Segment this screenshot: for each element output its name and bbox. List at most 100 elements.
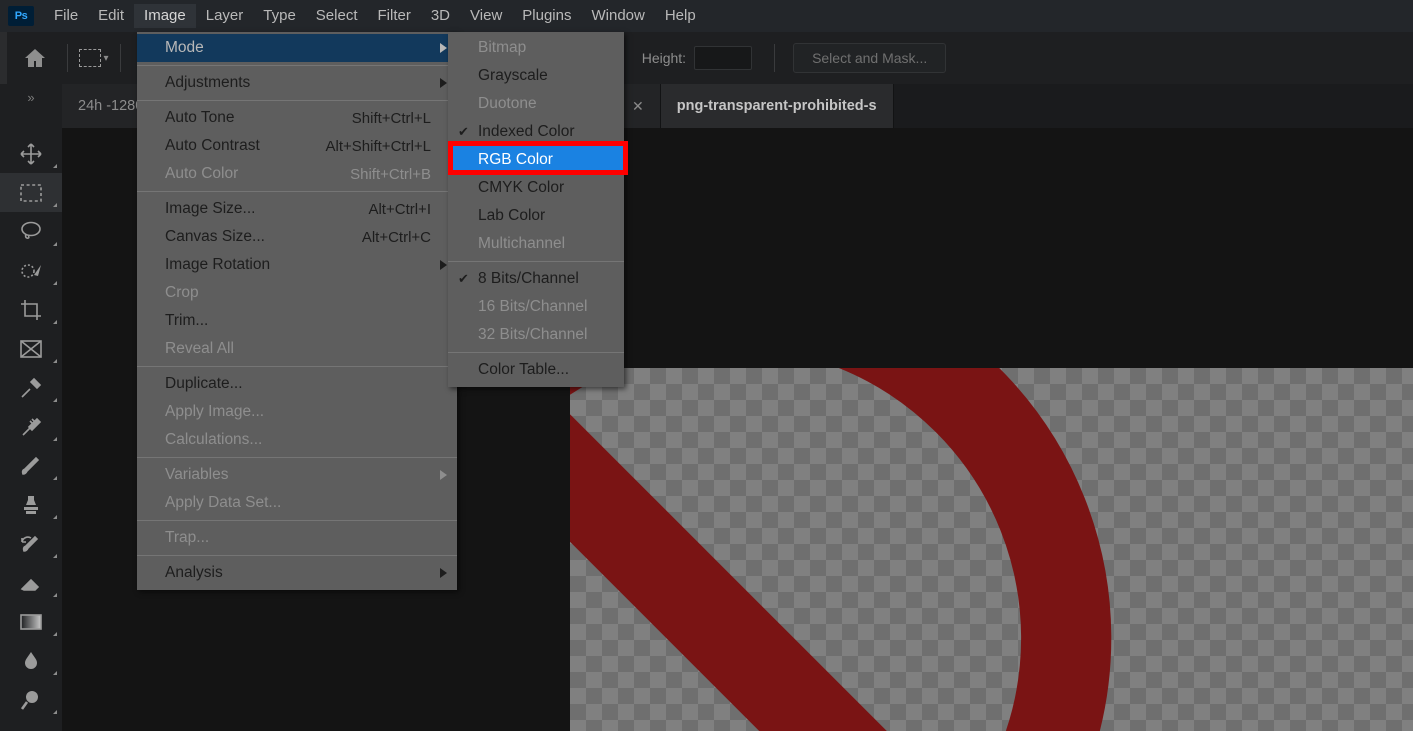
- menu-file[interactable]: File: [44, 4, 88, 28]
- document-canvas[interactable]: [570, 368, 1413, 731]
- lasso-tool[interactable]: [0, 212, 62, 251]
- menu-item-mode[interactable]: Mode: [137, 34, 457, 62]
- menu-item-duplicate[interactable]: Duplicate...: [137, 370, 457, 398]
- submenu-separator: [448, 261, 624, 262]
- document-tab-active[interactable]: png-transparent-prohibited-s: [660, 84, 894, 128]
- brush-tool[interactable]: [0, 446, 62, 485]
- menu-item-label: Trim...: [165, 312, 209, 329]
- menu-item-label: Adjustments: [165, 74, 251, 91]
- submenu-item-color-table[interactable]: Color Table...: [448, 356, 624, 384]
- stamp-icon: [24, 495, 38, 514]
- tool-expand-corner: [53, 281, 57, 285]
- menu-separator: [137, 100, 457, 101]
- menu-item-crop: Crop: [137, 279, 457, 307]
- menu-help[interactable]: Help: [655, 4, 706, 28]
- menu-separator: [137, 366, 457, 367]
- menu-item-image-rotation[interactable]: Image Rotation: [137, 251, 457, 279]
- select-and-mask-button[interactable]: Select and Mask...: [793, 43, 947, 73]
- menu-item-variables: Variables: [137, 461, 457, 489]
- rectangular-marquee-icon: [79, 49, 102, 67]
- menu-item-apply-data-set: Apply Data Set...: [137, 489, 457, 517]
- menu-select[interactable]: Select: [306, 4, 368, 28]
- healing-brush-tool[interactable]: [0, 407, 62, 446]
- menu-item-auto-tone[interactable]: Auto Tone Shift+Ctrl+L: [137, 104, 457, 132]
- frame-tool[interactable]: [0, 329, 62, 368]
- menu-plugins[interactable]: Plugins: [512, 4, 581, 28]
- submenu-item-8-bits[interactable]: ✔ 8 Bits/Channel: [448, 265, 624, 293]
- menu-item-reveal-all: Reveal All: [137, 335, 457, 363]
- menu-type[interactable]: Type: [253, 4, 306, 28]
- brush-icon: [21, 456, 40, 475]
- pen-tool[interactable]: [0, 719, 62, 731]
- submenu-item-indexed-color[interactable]: ✔ Indexed Color: [448, 118, 624, 146]
- eraser-icon: [20, 578, 40, 591]
- submenu-item-label: RGB Color: [478, 151, 553, 168]
- move-tool[interactable]: [0, 134, 62, 173]
- menu-view[interactable]: View: [460, 4, 512, 28]
- tool-preset-picker[interactable]: ▾: [72, 32, 116, 84]
- submenu-item-label: Duotone: [478, 95, 537, 112]
- image-dropdown-menu[interactable]: Mode Adjustments Auto Tone Shift+Ctrl+L …: [137, 32, 457, 590]
- crop-tool[interactable]: [0, 290, 62, 329]
- divider: [67, 44, 68, 72]
- menu-item-image-size[interactable]: Image Size... Alt+Ctrl+I: [137, 195, 457, 223]
- history-brush-tool[interactable]: [0, 524, 62, 563]
- collapse-panels-button[interactable]: »: [0, 84, 62, 128]
- menu-edit[interactable]: Edit: [88, 4, 134, 28]
- menu-separator: [137, 457, 457, 458]
- submenu-arrow-icon: [440, 43, 447, 53]
- submenu-item-label: Multichannel: [478, 235, 566, 252]
- menu-item-apply-image: Apply Image...: [137, 398, 457, 426]
- menu-layer[interactable]: Layer: [196, 4, 254, 28]
- blur-tool[interactable]: [0, 641, 62, 680]
- eyedropper-tool[interactable]: [0, 368, 62, 407]
- healing-brush-icon: [22, 417, 42, 436]
- tool-expand-corner: [53, 632, 57, 636]
- menu-item-label: Auto Contrast: [165, 137, 260, 154]
- menu-item-shortcut: Alt+Shift+Ctrl+L: [325, 137, 431, 155]
- dodge-tool[interactable]: [0, 680, 62, 719]
- rectangular-marquee-tool[interactable]: [0, 173, 62, 212]
- submenu-arrow-icon: [440, 78, 447, 88]
- menu-3d[interactable]: 3D: [421, 4, 460, 28]
- lasso-icon: [21, 221, 41, 239]
- menu-item-analysis[interactable]: Analysis: [137, 559, 457, 587]
- tool-expand-corner: [53, 242, 57, 246]
- submenu-item-lab-color[interactable]: Lab Color: [448, 202, 624, 230]
- height-input[interactable]: [694, 46, 753, 70]
- submenu-item-bitmap: Bitmap: [448, 34, 624, 62]
- menu-item-label: Analysis: [165, 564, 223, 581]
- photoshop-logo-icon: Ps: [8, 6, 34, 26]
- close-icon[interactable]: ✕: [632, 98, 644, 115]
- menu-item-shortcut: Alt+Ctrl+C: [361, 228, 431, 246]
- options-bar-grip[interactable]: [0, 32, 7, 84]
- menu-item-shortcut: Shift+Ctrl+B: [350, 165, 431, 183]
- menu-item-canvas-size[interactable]: Canvas Size... Alt+Ctrl+C: [137, 223, 457, 251]
- submenu-item-label: 16 Bits/Channel: [478, 298, 588, 315]
- submenu-arrow-icon: [440, 260, 447, 270]
- submenu-item-rgb-color[interactable]: RGB Color: [448, 146, 624, 174]
- mode-submenu[interactable]: Bitmap Grayscale Duotone ✔ Indexed Color…: [448, 32, 624, 387]
- gradient-icon: [20, 613, 42, 630]
- menu-item-trim[interactable]: Trim...: [137, 307, 457, 335]
- submenu-item-cmyk-color[interactable]: CMYK Color: [448, 174, 624, 202]
- quick-selection-icon: [21, 263, 41, 278]
- object-selection-tool[interactable]: [0, 251, 62, 290]
- submenu-item-label: 8 Bits/Channel: [478, 270, 579, 287]
- eraser-tool[interactable]: [0, 563, 62, 602]
- menu-separator: [137, 555, 457, 556]
- submenu-item-grayscale[interactable]: Grayscale: [448, 62, 624, 90]
- menu-filter[interactable]: Filter: [368, 4, 421, 28]
- menu-image[interactable]: Image: [134, 4, 196, 28]
- clone-stamp-tool[interactable]: [0, 485, 62, 524]
- menu-item-auto-contrast[interactable]: Auto Contrast Alt+Shift+Ctrl+L: [137, 132, 457, 160]
- submenu-item-label: CMYK Color: [478, 179, 565, 196]
- divider: [774, 44, 776, 72]
- gradient-tool[interactable]: [0, 602, 62, 641]
- home-button[interactable]: [7, 32, 63, 84]
- blur-drop-icon: [25, 651, 37, 669]
- menu-item-label: Apply Data Set...: [165, 494, 282, 511]
- menu-item-adjustments[interactable]: Adjustments: [137, 69, 457, 97]
- menu-item-label: Variables: [165, 466, 229, 483]
- menu-window[interactable]: Window: [581, 4, 654, 28]
